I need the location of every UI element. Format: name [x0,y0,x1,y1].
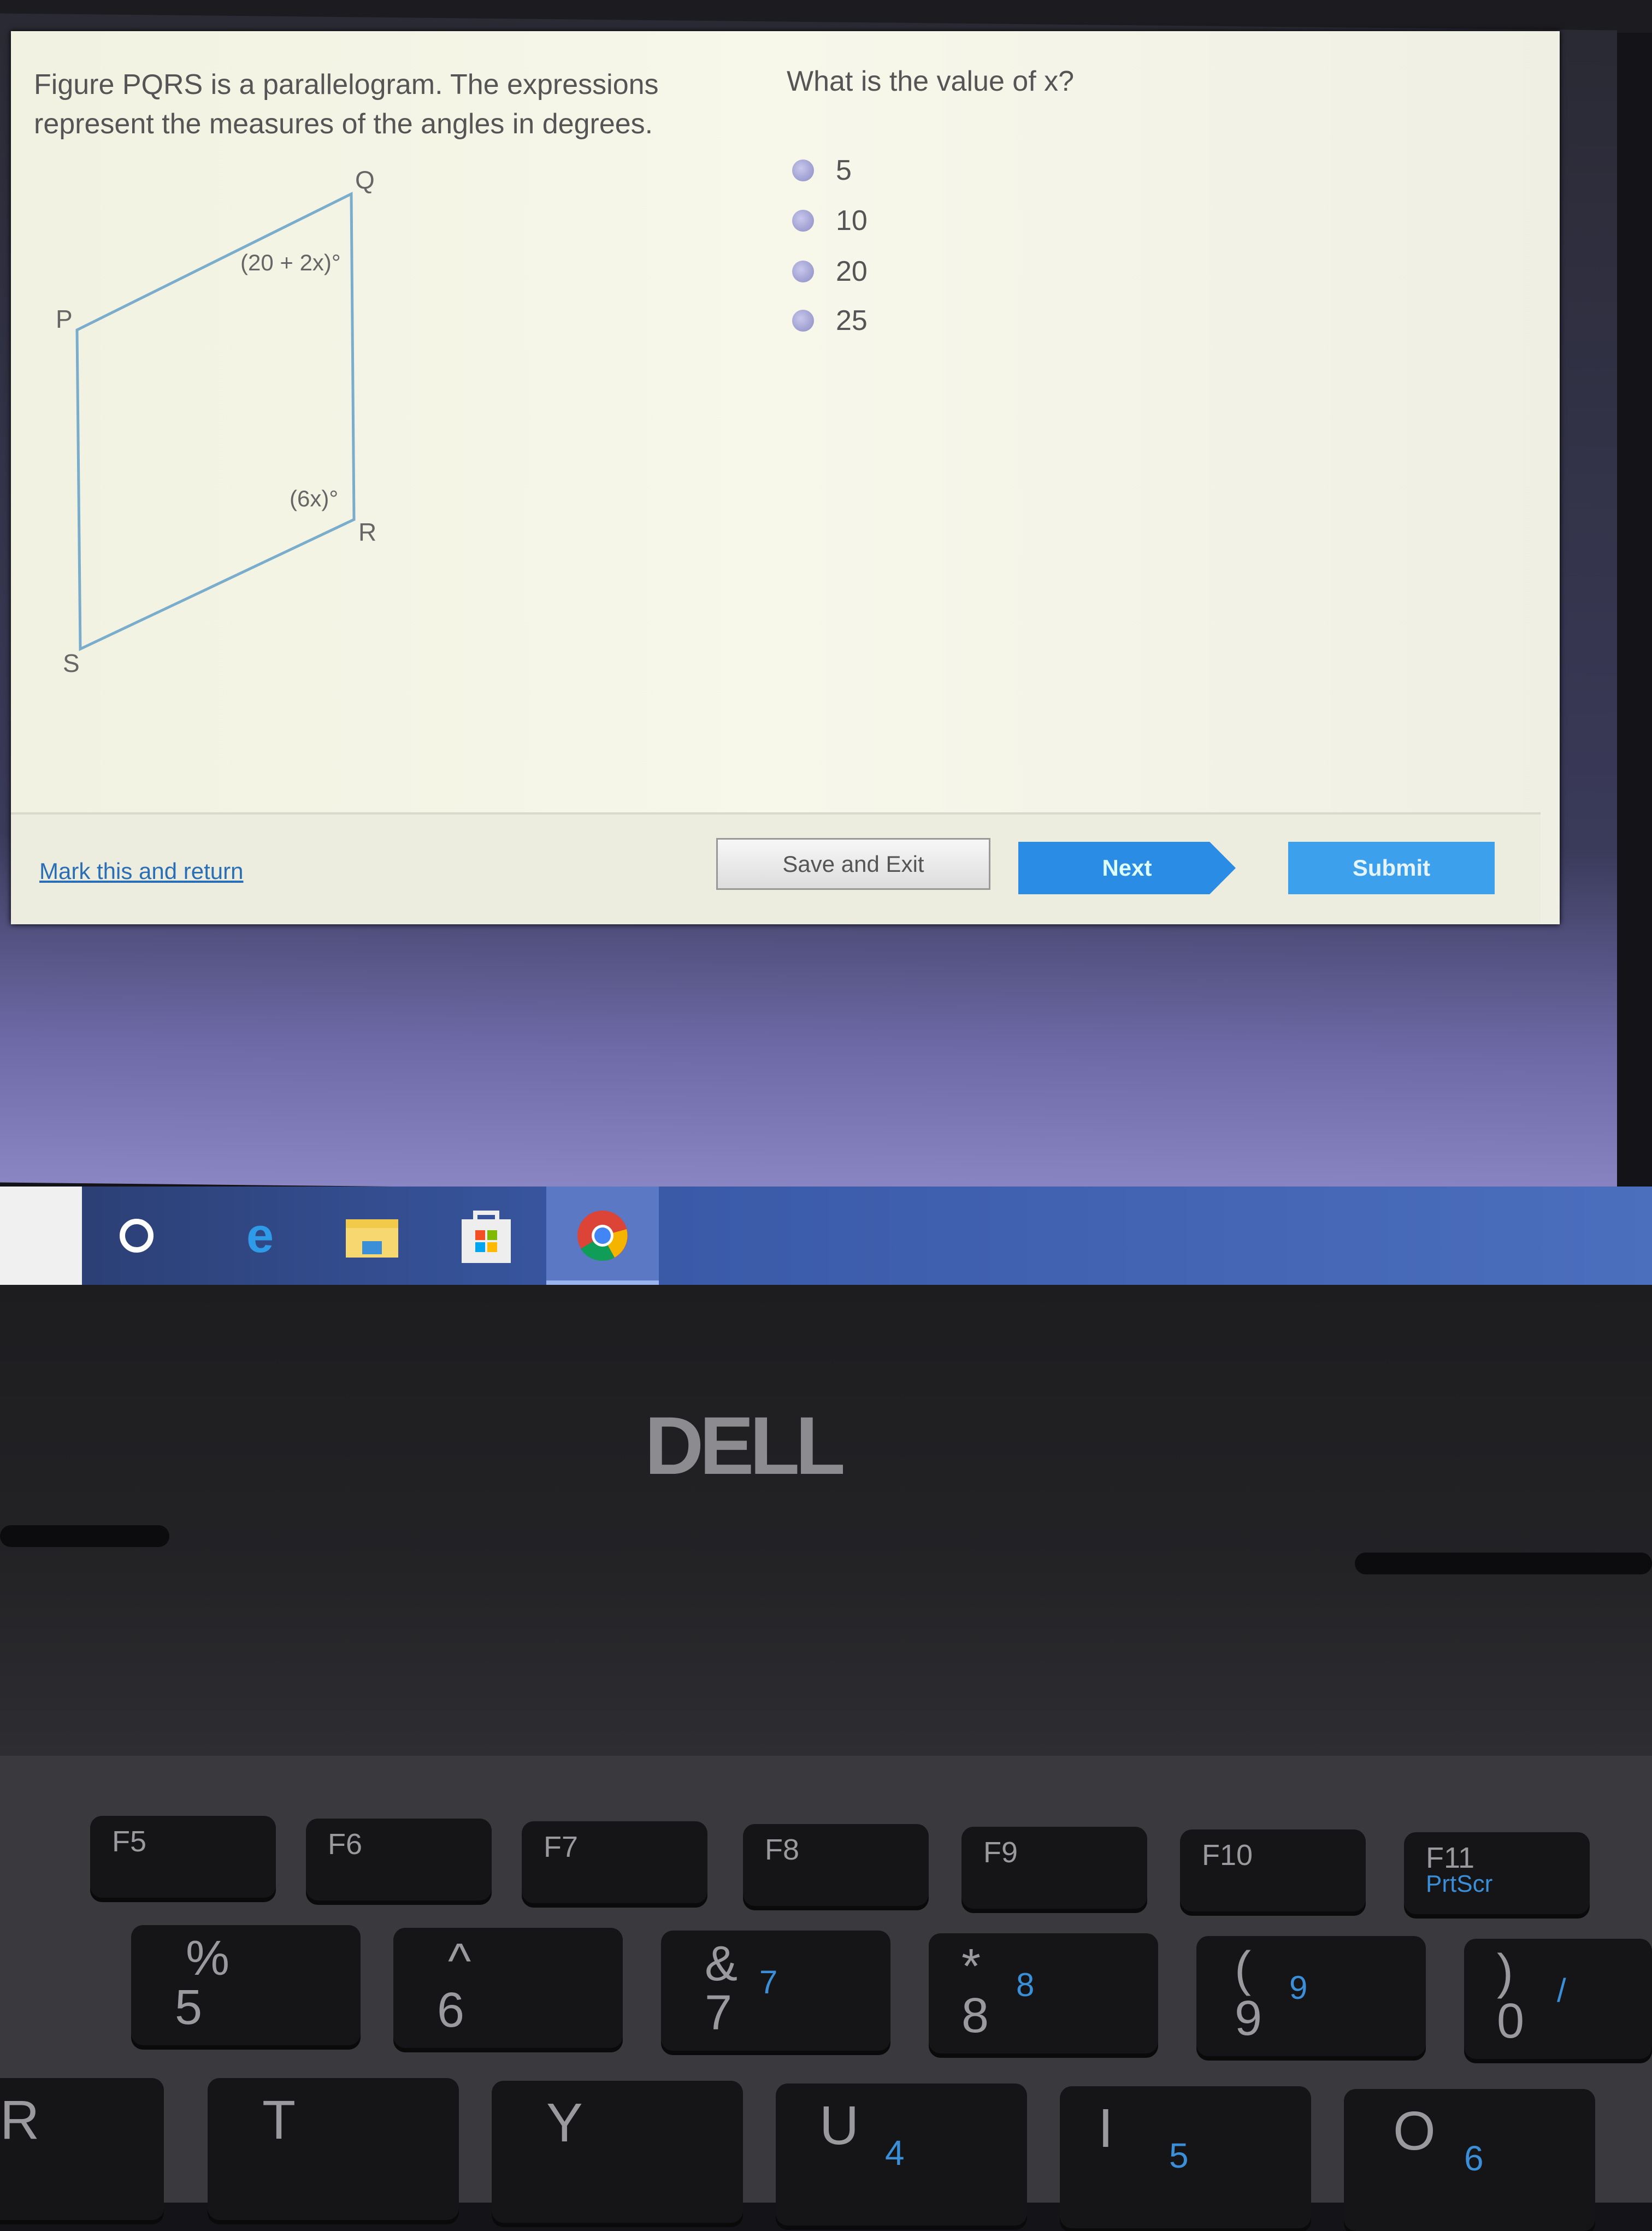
key-7[interactable]: & 7 7 [661,1931,890,2051]
hinge-right [1355,1553,1652,1574]
key-legend: F11 [1426,1842,1475,1874]
key-6[interactable]: ^ 6 [393,1928,623,2048]
key-legend: T [262,2090,296,2151]
option-25[interactable]: 25 [792,304,868,337]
keyboard: F5 F6 F7 F8 F9 F10 F11 PrtScr % 5 ^ 6 & 7 7 *… [0,1756,1652,2231]
key-legend: F5 [112,1825,147,1858]
key-o[interactable]: O6 [1344,2089,1595,2231]
key-legend: 0 [1497,1994,1525,2049]
radio-button[interactable] [792,210,814,232]
angle-r-label: (6x)° [290,486,339,511]
key-legend: 6 [437,1983,465,2038]
key-legend: F7 [544,1831,579,1863]
next-button[interactable]: Next [1018,842,1236,894]
key-legend: 8 [961,1988,989,2043]
key-9[interactable]: (9 9 [1196,1936,1426,2056]
key-legend: 4 [885,2133,905,2173]
key-u[interactable]: U4 [776,2084,1027,2226]
key-legend: F9 [983,1836,1018,1869]
key-8[interactable]: * 8 8 [929,1933,1158,2053]
question-panel: Figure PQRS is a parallelogram. The expr… [11,31,1560,924]
key-legend: 5 [175,1980,203,2035]
store-icon[interactable] [459,1208,514,1263]
key-legend: 7 [759,1964,778,2000]
vertex-s: S [63,649,80,677]
key-f8[interactable]: F8 [743,1824,929,1906]
key-legend: Y [546,2092,583,2153]
key-legend: / [1557,1972,1566,2009]
vertex-r: R [358,518,377,546]
question-footer: Mark this and return Save and Exit Next … [11,812,1541,924]
option-20[interactable]: 20 [792,255,868,288]
search-box[interactable] [0,1187,82,1285]
key-y[interactable]: Y [492,2081,743,2223]
key-r[interactable]: R [0,2078,164,2220]
key-legend: F8 [765,1833,800,1866]
taskbar: e [0,1187,1652,1285]
key-5[interactable]: % 5 [131,1925,361,2045]
key-legend: 9 [1289,1969,1308,2006]
dell-logo: DELL [645,1400,846,1491]
cortana-icon[interactable] [109,1208,164,1263]
key-legend: 8 [1016,1967,1035,2003]
key-legend: F6 [328,1828,363,1861]
option-10[interactable]: 10 [792,204,868,237]
key-legend: 5 [1169,2136,1189,2175]
option-label: 25 [836,305,868,337]
file-explorer-icon[interactable] [345,1208,399,1263]
key-legend: % [186,1931,230,1986]
option-5[interactable]: 5 [792,154,852,187]
save-and-exit-button[interactable]: Save and Exit [716,838,990,890]
key-legend: I [1098,2098,1113,2159]
hinge-left [0,1525,169,1547]
key-legend: PrtScr [1426,1870,1493,1897]
key-f5[interactable]: F5 [90,1816,276,1898]
radio-button[interactable] [792,310,814,332]
parallelogram-figure [75,191,356,651]
key-legend: U [819,2095,859,2156]
key-legend: & [705,1937,738,1991]
key-legend: * [961,1939,981,1994]
key-legend: R [0,2090,40,2151]
radio-button[interactable] [792,261,814,282]
mark-and-return-link[interactable]: Mark this and return [39,858,244,884]
laptop-bezel: DELL [0,1285,1652,1756]
key-f11[interactable]: F11 PrtScr [1404,1832,1590,1914]
option-label: 10 [836,205,868,237]
key-f7[interactable]: F7 [522,1821,707,1903]
edge-icon[interactable]: e [233,1208,287,1263]
vertex-p: P [56,305,73,333]
key-legend: O [1393,2100,1436,2162]
radio-button[interactable] [792,160,814,181]
angle-q-label: (20 + 2x)° [240,250,341,275]
vertex-q: Q [355,166,375,194]
key-legend: 6 [1464,2139,1484,2178]
key-0[interactable]: ) 0 / [1464,1939,1652,2059]
key-legend: 7 [705,1986,733,2040]
key-legend: ^ [448,1934,471,1988]
key-legend: F10 [1202,1839,1253,1872]
key-f6[interactable]: F6 [306,1819,492,1901]
key-f10[interactable]: F10 [1180,1829,1366,1911]
key-f9[interactable]: F9 [961,1827,1147,1909]
question-ask: What is the value of x? [787,66,1075,97]
key-legend: 9 [1235,1991,1262,2046]
option-label: 20 [836,256,868,287]
submit-button[interactable]: Submit [1288,842,1495,894]
key-t[interactable]: T [208,2078,459,2220]
key-i[interactable]: I5 [1060,2086,1311,2228]
chrome-icon[interactable] [575,1208,630,1263]
option-label: 5 [836,155,852,186]
key-legend: ( [1235,1942,1251,1997]
key-legend: ) [1497,1945,1513,1999]
